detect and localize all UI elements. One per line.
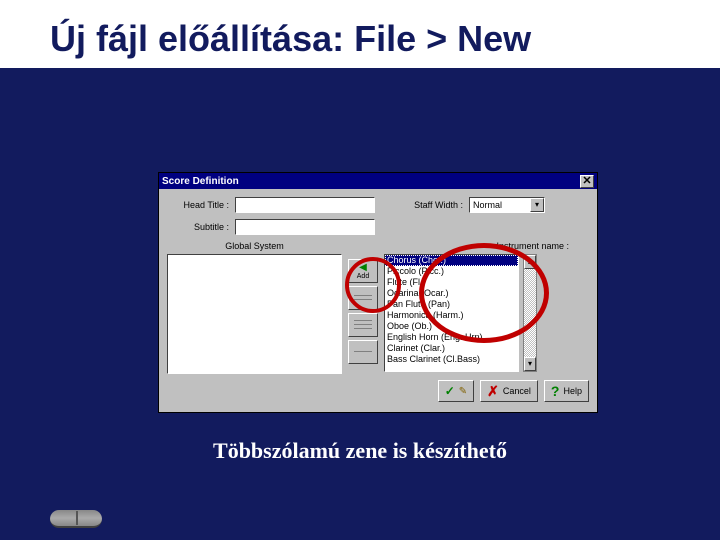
instrument-item[interactable]: English Horn (Eng. Hrn) <box>385 332 518 343</box>
check-icon: ✓ <box>445 384 455 398</box>
instrument-listbox[interactable]: Chorus (Chor.)Piccolo (Picc.)Flute (Fl.)… <box>384 254 519 372</box>
subtitle-label: Subtitle : <box>167 222 229 232</box>
scroll-track[interactable] <box>524 269 536 357</box>
chevron-down-icon[interactable]: ▾ <box>530 198 544 212</box>
pencil-icon: ✎ <box>459 386 467 397</box>
instrument-scrollbar[interactable]: ▴ ▾ <box>523 254 537 372</box>
staff-width-value: Normal <box>473 200 530 210</box>
instrument-item[interactable]: Harmonica (Harm.) <box>385 310 518 321</box>
subtitle-input[interactable] <box>235 219 375 235</box>
global-system-listbox[interactable] <box>167 254 342 374</box>
staff-preset-1-button[interactable] <box>348 286 378 310</box>
staff-width-label: Staff Width : <box>401 200 463 210</box>
title-underline <box>50 70 680 74</box>
add-staff-button[interactable]: ◀ Add <box>348 259 378 283</box>
instrument-item[interactable]: Ocarina (Ocar.) <box>385 288 518 299</box>
slide-title: Új fájl előállítása: File > New <box>0 0 720 68</box>
staff-tools-column: ◀ Add <box>348 259 378 374</box>
instrument-item[interactable]: Clarinet (Clar.) <box>385 343 518 354</box>
staff-width-dropdown[interactable]: Normal ▾ <box>469 197 545 213</box>
score-definition-dialog: Score Definition Head Title : Staff Widt… <box>158 172 598 413</box>
ok-button[interactable]: ✓ ✎ <box>438 380 474 402</box>
instrument-item[interactable]: Bass Clarinet (Cl.Bass) <box>385 354 518 365</box>
slide-nav-control[interactable] <box>50 510 102 528</box>
slide-caption: Többszólamú zene is készíthető <box>0 438 720 464</box>
instrument-name-label: Instrument name : <box>384 241 589 251</box>
global-system-label: Global System <box>167 241 342 251</box>
cancel-button[interactable]: ✗ Cancel <box>480 380 538 402</box>
instrument-item[interactable]: Chorus (Chor.) <box>385 255 518 266</box>
instrument-item[interactable]: Oboe (Ob.) <box>385 321 518 332</box>
scroll-down-button[interactable]: ▾ <box>524 357 536 371</box>
instrument-item[interactable]: Flute (Fl.) <box>385 277 518 288</box>
staff-preset-3-button[interactable] <box>348 340 378 364</box>
dialog-title: Score Definition <box>162 176 580 187</box>
x-icon: ✗ <box>487 383 499 400</box>
scroll-up-button[interactable]: ▴ <box>524 255 536 269</box>
add-button-label: Add <box>357 273 369 280</box>
head-title-input[interactable] <box>235 197 375 213</box>
dialog-titlebar[interactable]: Score Definition <box>159 173 597 189</box>
help-button[interactable]: ? Help <box>544 380 589 402</box>
help-button-label: Help <box>563 386 582 396</box>
cancel-button-label: Cancel <box>503 386 531 396</box>
instrument-item[interactable]: Pan Flute (Pan) <box>385 299 518 310</box>
question-icon: ? <box>551 383 560 399</box>
head-title-label: Head Title : <box>167 200 229 210</box>
close-button[interactable] <box>580 175 594 188</box>
staff-preset-2-button[interactable] <box>348 313 378 337</box>
instrument-item[interactable]: Piccolo (Picc.) <box>385 266 518 277</box>
arrow-left-icon: ◀ <box>359 263 367 273</box>
